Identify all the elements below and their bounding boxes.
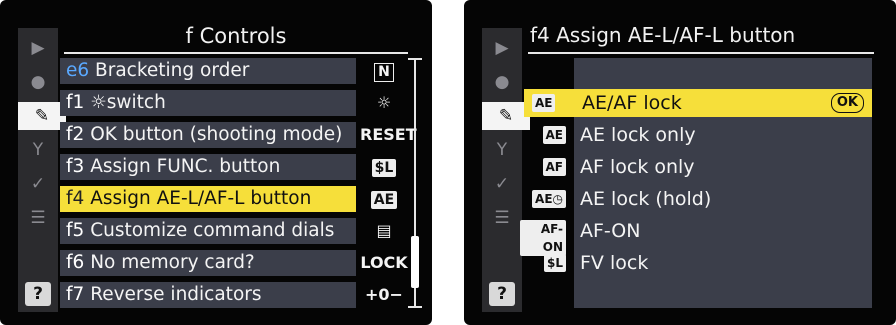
menu-tab-strip: ▶ ● ✎ Y ✓ ☰ ? [482,28,530,312]
ok-button[interactable]: OK [830,93,864,113]
setting-value: +0− [365,285,403,304]
setting-value: LOCK [360,253,408,272]
menu-item-ok-button[interactable]: f2 OK button (shooting mode) [60,122,356,148]
setting-value: AE [360,186,408,212]
retouch-icon[interactable]: ✓ [485,170,519,198]
menu-item-assign-func[interactable]: f3 Assign FUNC. button [60,154,356,180]
option-ae-af-lock[interactable]: AE AE/AF lock OK [524,89,872,117]
pencil-icon[interactable]: ✎ [482,102,530,130]
setting-value: RESET [360,125,417,144]
shooting-icon[interactable]: ● [485,68,519,96]
controls-menu-screen: ▶ ● ✎ Y ✓ ☰ ? f Controls e6 Bracketing o… [0,0,432,325]
wrench-icon[interactable]: Y [485,136,519,164]
mymenu-icon[interactable]: ☰ [21,204,55,232]
menu-item-no-memory-card[interactable]: f6 No memory card? [60,250,356,276]
menu-item-customize-dials[interactable]: f5 Customize command dials [60,218,356,244]
page-title: f Controls [64,20,408,54]
option-ae-lock-only[interactable]: AE lock only [574,121,872,149]
wrench-icon[interactable]: Y [21,136,55,164]
page-title: f4 Assign AE-L/AF-L button [528,18,874,54]
playback-icon[interactable]: ▶ [485,34,519,62]
menu-item-illumination-switch[interactable]: f1 ☼switch [60,90,356,116]
option-fv-lock[interactable]: FV lock [574,249,872,277]
option-ae-lock-hold[interactable]: AE lock (hold) [574,185,872,213]
setting-value: ☼ [376,93,392,112]
setting-value: N [360,58,408,84]
af-on-icon: AF-ON [520,220,566,256]
menu-item-reverse-indicators[interactable]: f7 Reverse indicators [60,282,356,308]
menu-item-bracketing-order[interactable]: e6 Bracketing order [60,58,356,84]
option-af-lock-only[interactable]: AF lock only [574,153,872,181]
scrollbar-thumb[interactable] [411,236,419,288]
ae-lock-icon: AE [530,124,566,146]
setting-value: ▤ [376,221,392,240]
pencil-icon[interactable]: ✎ [18,102,66,130]
af-lock-icon: AF [530,156,566,178]
assign-button-screen: ▶ ● ✎ Y ✓ ☰ ? f4 Assign AE-L/AF-L button… [464,0,896,325]
scrollbar-cap [408,306,422,308]
ae-af-lock-icon: AE [532,92,556,114]
menu-tab-strip: ▶ ● ✎ Y ✓ ☰ ? [18,28,66,312]
retouch-icon[interactable]: ✓ [21,170,55,198]
help-icon[interactable]: ? [25,282,51,306]
option-af-on[interactable]: AF-ON [574,217,872,245]
playback-icon[interactable]: ▶ [21,34,55,62]
menu-item-assign-ael-afl[interactable]: f4 Assign AE-L/AF-L button [60,186,356,212]
setting-value: $L [360,154,408,180]
shooting-icon[interactable]: ● [21,68,55,96]
help-icon[interactable]: ? [489,282,515,306]
mymenu-icon[interactable]: ☰ [485,204,519,232]
fv-lock-icon: $L [530,252,566,274]
ae-lock-hold-icon: AE◷ [520,188,566,210]
